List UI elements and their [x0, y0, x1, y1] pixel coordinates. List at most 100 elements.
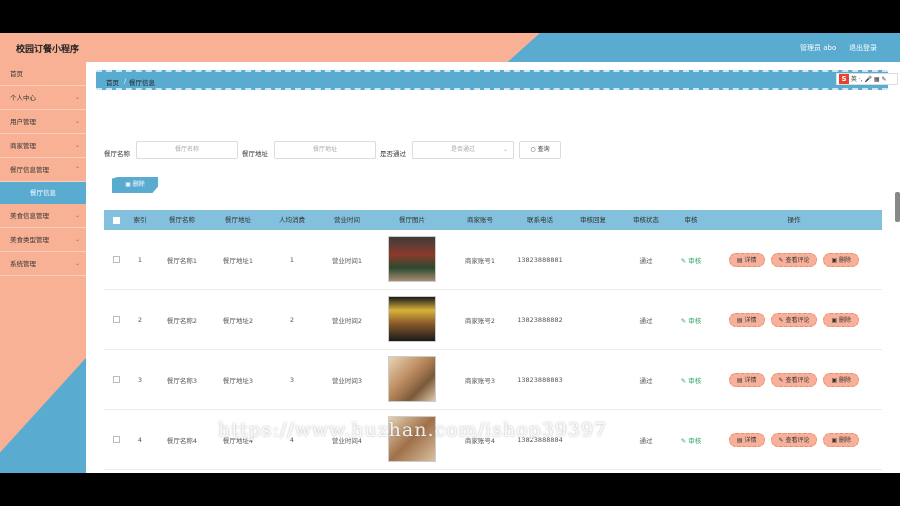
header-peach-band — [0, 33, 540, 62]
cell-status: 通过 — [639, 256, 653, 265]
restaurant-photo[interactable] — [388, 355, 436, 402]
restaurant-photo[interactable] — [388, 295, 436, 342]
row-delete-button[interactable]: ▣ 删除 — [823, 372, 860, 387]
row-checkbox[interactable] — [112, 316, 120, 323]
sidebar-item-label: 美食信息管理 — [10, 212, 49, 220]
main-content: 首页 / 餐厅信息 S 英 ·, 🎤 ▦ ✎ 餐厅名称 餐厅名称 餐厅地址 餐厅… — [86, 62, 900, 473]
audit-link[interactable]: ✎ 审核 — [681, 317, 702, 325]
view-comments-button[interactable]: ✎ 查看评论 — [770, 312, 818, 327]
table-row: 2 餐厅名称2 餐厅地址2 2 营业时间2 商家账号2 13823888882 通过 ✎ 审核 ▤… — [104, 290, 882, 350]
chevron-down-icon: ⌄ — [74, 236, 80, 243]
sidebar-item-restaurant-info[interactable]: 餐厅信息 — [0, 182, 86, 204]
audit-link[interactable]: ✎ 审核 — [681, 437, 702, 445]
row-select-cell[interactable] — [104, 376, 128, 384]
cell-account: 商家账号2 — [464, 316, 496, 325]
cell-hours: 营业时间2 — [331, 316, 363, 325]
cell-index: 4 — [137, 435, 143, 444]
cell-actions: ▤ 详情 ✎ 查看评论 ▣ 删除 — [706, 252, 882, 267]
row-checkbox[interactable] — [112, 256, 120, 263]
sidebar-item-food-mgmt[interactable]: 美食信息管理 ⌄ — [0, 204, 86, 228]
view-comments-label: 查看评论 — [785, 436, 810, 444]
detail-button[interactable]: ▤ 详情 — [728, 312, 765, 327]
trash-icon: ▣ — [125, 181, 131, 188]
row-checkbox[interactable] — [112, 376, 120, 383]
sidebar-item-users[interactable]: 用户管理 ⌄ — [0, 110, 86, 134]
sidebar-item-system-mgmt[interactable]: 系统管理 ⌄ — [0, 252, 86, 276]
sidebar-item-label: 美食类型管理 — [10, 236, 49, 244]
row-select-cell[interactable] — [104, 436, 128, 444]
row-select-cell[interactable] — [104, 256, 128, 264]
sidebar-item-profile[interactable]: 个人中心 ⌄ — [0, 86, 86, 110]
sidebar-item-label: 个人中心 — [10, 94, 36, 102]
row-delete-label: 删除 — [839, 256, 852, 264]
cell-actions: ▤ 详情 ✎ 查看评论 ▣ 删除 — [706, 312, 882, 327]
sidebar-item-label: 餐厅信息 — [30, 189, 56, 197]
detail-button[interactable]: ▤ 详情 — [728, 372, 765, 387]
sidebar-item-food-type-mgmt[interactable]: 美食类型管理 ⌄ — [0, 228, 86, 252]
sidebar: 首页 个人中心 ⌄ 用户管理 ⌄ 商家管理 ⌄ 餐厅信息管理 ⌃ 餐厅信息 美食信息管理… — [0, 62, 86, 473]
breadcrumb-home[interactable]: 首页 — [106, 77, 119, 87]
search-button[interactable]: ○ 查询 — [519, 141, 561, 159]
sidebar-item-label: 用户管理 — [10, 118, 36, 126]
cell-index: 1 — [137, 255, 143, 264]
cell-status: 通过 — [639, 436, 653, 445]
cell-photo — [374, 295, 450, 344]
sidebar-item-merchants[interactable]: 商家管理 ⌄ — [0, 134, 86, 158]
row-delete-label: 删除 — [839, 316, 852, 324]
select-all-cell[interactable] — [104, 210, 128, 230]
search-button-label: 查询 — [537, 146, 550, 153]
col-header-status: 审核状态 — [633, 216, 659, 224]
select-all-checkbox[interactable] — [112, 216, 120, 224]
detail-button-label: 详情 — [744, 436, 757, 444]
audit-link-label: 审核 — [688, 376, 702, 385]
table-row: 3 餐厅名称3 餐厅地址3 3 营业时间3 商家账号3 13823888883 通过 ✎ 审核 ▤… — [104, 350, 882, 410]
audit-link-label: 审核 — [688, 256, 702, 265]
breadcrumb-current: 餐厅信息 — [129, 79, 155, 87]
logout-link[interactable]: 退出登录 — [849, 43, 877, 53]
cell-address: 餐厅地址3 — [222, 376, 254, 385]
address-search-input[interactable]: 餐厅地址 — [274, 141, 376, 159]
sidebar-item-label: 首页 — [10, 70, 23, 78]
approved-filter-label: 是否通过 — [380, 150, 406, 158]
cell-phone: 13823888882 — [517, 315, 563, 324]
sidebar-item-label: 餐厅信息管理 — [10, 166, 49, 174]
col-header-account: 商家账号 — [467, 216, 493, 224]
app-title: 校园订餐小程序 — [16, 45, 80, 55]
trash-icon: ▣ — [831, 256, 840, 264]
cell-status: 通过 — [639, 316, 653, 325]
document-icon: ▤ — [736, 376, 745, 384]
detail-button[interactable]: ▤ 详情 — [728, 432, 765, 447]
cell-name: 餐厅名称2 — [166, 316, 198, 325]
view-comments-button[interactable]: ✎ 查看评论 — [770, 252, 818, 267]
cell-audit: ✎ 审核 — [676, 315, 706, 325]
col-header-hours: 营业时间 — [334, 216, 360, 224]
row-checkbox[interactable] — [112, 436, 120, 443]
ime-toolbar[interactable]: S 英 ·, 🎤 ▦ ✎ — [836, 73, 898, 85]
restaurant-photo[interactable] — [388, 235, 436, 282]
cell-index: 2 — [137, 315, 143, 324]
approved-select[interactable]: 是否通过 ⌄ — [412, 141, 514, 159]
detail-button-label: 详情 — [744, 316, 757, 324]
app-window: 校园订餐小程序 管理员 abo 退出登录 首页 个人中心 ⌄ 用户管理 ⌄ 商家管理… — [0, 33, 900, 473]
sidebar-item-home[interactable]: 首页 — [0, 62, 86, 86]
row-delete-button[interactable]: ▣ 删除 — [823, 432, 860, 447]
view-comments-button[interactable]: ✎ 查看评论 — [770, 432, 818, 447]
cell-avg: 1 — [289, 255, 295, 264]
name-search-input[interactable]: 餐厅名称 — [136, 141, 238, 159]
row-delete-button[interactable]: ▣ 删除 — [823, 312, 860, 327]
chevron-down-icon: ⌄ — [74, 260, 80, 267]
bulk-delete-button[interactable]: ▣ 删除 — [112, 177, 158, 193]
row-select-cell[interactable] — [104, 316, 128, 324]
sidebar-item-restaurant-mgmt[interactable]: 餐厅信息管理 ⌃ — [0, 158, 86, 182]
col-header-phone: 联系电话 — [527, 216, 553, 224]
audit-link[interactable]: ✎ 审核 — [681, 257, 702, 265]
detail-button[interactable]: ▤ 详情 — [728, 252, 765, 267]
chevron-down-icon: ⌄ — [74, 142, 80, 149]
audit-link[interactable]: ✎ 审核 — [681, 377, 702, 385]
row-delete-button[interactable]: ▣ 删除 — [823, 252, 860, 267]
scrollbar[interactable] — [895, 192, 900, 222]
table-header: 索引 餐厅名称 餐厅地址 人均消费 营业时间 餐厅图片 商家账号 联系电话 审核… — [104, 210, 882, 230]
view-comments-button[interactable]: ✎ 查看评论 — [770, 372, 818, 387]
view-comments-label: 查看评论 — [785, 256, 810, 264]
row-actions: ▤ 详情 ✎ 查看评论 ▣ 删除 — [706, 372, 882, 387]
